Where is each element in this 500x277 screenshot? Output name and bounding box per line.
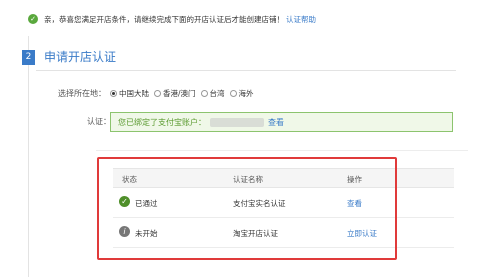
- certification-label: 认证：: [87, 117, 111, 126]
- radio-button-icon[interactable]: [110, 89, 117, 97]
- step-title: 申请开店认证: [44, 50, 117, 64]
- radio-button-icon[interactable]: [229, 89, 237, 97]
- divider: [36, 70, 456, 71]
- divider: [96, 150, 468, 151]
- radio-button-icon[interactable]: [200, 89, 208, 97]
- step-number-badge: 2: [22, 50, 35, 65]
- masked-account: [210, 117, 264, 127]
- radio-label: 香港/澳门: [163, 88, 196, 98]
- radio-overseas[interactable]: 海外: [229, 88, 254, 99]
- radio-label: 海外: [238, 88, 254, 98]
- radio-button-icon[interactable]: [154, 89, 161, 97]
- check-circle-icon: ✓: [28, 14, 38, 24]
- location-label: 选择所在地：: [58, 88, 106, 98]
- radio-taiwan[interactable]: 台湾: [200, 88, 225, 99]
- step-timeline-line: [28, 36, 29, 277]
- help-link[interactable]: 认证帮助: [286, 14, 316, 25]
- highlight-frame: [97, 157, 397, 260]
- alipay-bound-text: 您已绑定了支付宝账户：: [118, 117, 206, 127]
- location-selector: 选择所在地： 中国大陆 香港/澳门 台湾 海外: [58, 87, 259, 99]
- notice-bar: ✓ 亲，恭喜您满足开店条件，请继续完成下面的开店认证后才能创建店铺！ 认证帮助: [28, 8, 468, 30]
- view-alipay-link[interactable]: 查看: [268, 117, 284, 128]
- radio-label: 台湾: [209, 88, 225, 98]
- notice-text: 亲，恭喜您满足开店条件，请继续完成下面的开店认证后才能创建店铺！: [44, 14, 284, 24]
- radio-mainland-china[interactable]: 中国大陆: [110, 88, 149, 99]
- radio-hongkong-macau[interactable]: 香港/澳门: [154, 88, 196, 99]
- step-header: 2 申请开店认证: [0, 50, 500, 68]
- alipay-bound-notice: 您已绑定了支付宝账户： 查看: [110, 112, 453, 132]
- radio-label: 中国大陆: [119, 88, 149, 98]
